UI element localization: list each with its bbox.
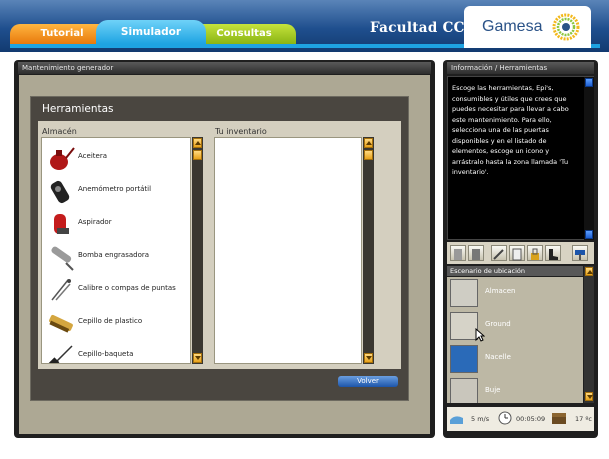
hub-thumb-icon [450,378,478,403]
category-toolbar [447,242,594,264]
list-item-label: Aceitera [78,152,107,160]
time-value: 00:05:09 [516,415,546,423]
list-item[interactable]: Aceitera [42,142,182,174]
oil-can-icon [50,147,75,170]
inventory-scrollbar[interactable] [363,137,374,364]
plastic-brush-icon [49,314,73,333]
grease-pump-icon [51,246,74,271]
info-scrollbar[interactable] [584,77,594,240]
scenario-label: Almacen [485,287,516,295]
temperature-status: 17 ºc [551,407,593,431]
time-status: 00:05:09 [497,407,547,431]
list-item[interactable]: Anemómetro portátil [42,175,182,207]
info-text: Escoge las herramientas, Epi's, consumib… [452,84,569,176]
scroll-down-button[interactable] [585,230,593,239]
warehouse-thumb-icon [450,279,478,307]
door-right-icon[interactable] [468,245,484,261]
clock-icon [498,411,512,425]
scenario-item-buje[interactable]: Buje [447,376,583,403]
logo-text: Gamesa [482,18,543,35]
scenario-item-nacelle[interactable]: Nacelle [447,343,583,375]
warehouse-scrollbar[interactable] [192,137,203,364]
tools-dialog: Herramientas Almacén Tu inventario Aceit… [30,96,409,401]
volver-button[interactable]: Volver [338,376,398,387]
list-item[interactable]: Aspirador [42,208,182,240]
list-item[interactable]: Cepillo-baqueta [42,340,182,363]
hammer-icon[interactable] [572,245,588,261]
scenario-label: Buje [485,386,501,394]
faculty-title: Facultad CCS [370,20,475,36]
nacelle-thumb-icon [450,345,478,373]
inventory-list[interactable] [214,137,362,364]
list-item[interactable]: Calibre o compas de puntas [42,274,182,306]
scroll-up-button[interactable] [585,267,593,276]
tab-consultas[interactable]: Consultas [192,24,296,44]
wind-status: 5 m/s [449,407,494,431]
pencil-icon[interactable] [491,245,507,261]
scroll-thumb[interactable] [364,150,373,160]
status-bar: 5 m/s 00:05:09 17 ºc [447,407,594,431]
temperature-value: 17 ºc [575,415,592,423]
ground-thumb-icon [450,312,478,340]
scroll-up-button[interactable] [585,78,593,87]
list-item[interactable]: Bomba engrasadora [42,241,182,273]
scenario-scrollbar[interactable] [584,266,594,403]
scenario-label: Ground [485,320,511,328]
info-header: Información / Herramientas [447,62,594,74]
list-item-label: Cepillo de plastico [78,317,143,325]
panel-header: Mantenimiento generador [18,62,431,74]
lock-icon[interactable] [527,245,543,261]
rod-brush-icon [47,345,73,363]
scroll-down-button[interactable] [364,353,373,363]
list-item-label: Cepillo-baqueta [78,350,134,358]
brand-logo: Gamesa [464,6,591,48]
scroll-thumb[interactable] [193,150,202,160]
scenario-item-almacen[interactable]: Almacen [447,277,583,309]
scenario-header: Escenario de ubicación [447,266,583,276]
wind-icon [450,416,463,424]
info-box: Escoge las herramientas, Epi's, consumib… [447,76,594,240]
door-left-icon[interactable] [450,245,466,261]
chest-icon [552,413,566,424]
anemometer-icon [50,180,70,204]
warehouse-list[interactable]: Aceitera Anemómetro portátil Aspirador B… [41,137,191,364]
top-bar: Tutorial Simulador Consultas Facultad CC… [0,0,609,52]
clipboard-icon[interactable] [509,245,525,261]
scenario-item-ground[interactable]: Ground [447,310,583,342]
list-item[interactable]: Cepillo de plastico [42,307,182,339]
dialog-title: Herramientas [42,103,114,115]
wind-value: 5 m/s [471,415,490,423]
list-item-label: Calibre o compas de puntas [78,284,176,292]
sun-logo-icon [552,13,580,41]
tab-simulador[interactable]: Simulador [96,20,206,44]
scroll-down-button[interactable] [585,392,593,401]
scenario-list[interactable]: Almacen Ground Nacelle Buje [447,277,583,403]
right-panel: Información / Herramientas Escoge las he… [443,60,598,438]
dialog-body: Almacén Tu inventario Aceitera Anemómetr… [38,121,401,369]
scenario-label: Nacelle [485,353,511,361]
warehouse-label: Almacén [42,127,77,136]
vacuum-icon [54,214,69,234]
caliper-icon [51,279,71,301]
scroll-down-button[interactable] [193,353,202,363]
inventory-label: Tu inventario [215,127,267,136]
list-item-label: Bomba engrasadora [78,251,150,259]
scroll-up-button[interactable] [193,138,202,148]
list-item-label: Anemómetro portátil [78,185,152,193]
mouse-cursor-icon [475,328,485,342]
scroll-up-button[interactable] [364,138,373,148]
list-item-label: Aspirador [78,218,112,226]
boot-icon[interactable] [545,245,561,261]
